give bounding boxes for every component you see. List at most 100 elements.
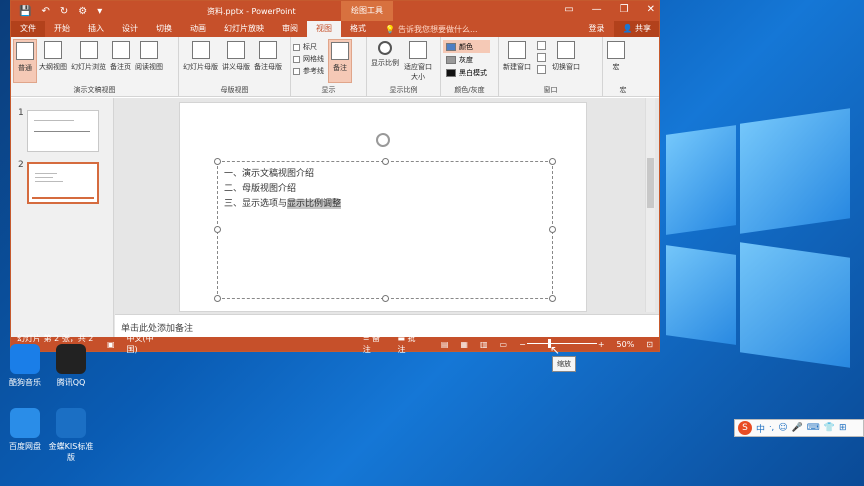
notes-master-button[interactable]: 备注母版	[252, 39, 284, 83]
tab-home[interactable]: 开始	[45, 21, 79, 37]
more-icon[interactable]: ▾	[97, 6, 102, 17]
handout-master-label: 讲义母版	[222, 63, 250, 71]
outline-view-icon	[44, 41, 62, 59]
tab-insert[interactable]: 插入	[79, 21, 113, 37]
desktop-icon-kugou[interactable]: 酷狗音乐	[0, 344, 50, 388]
notes-status-button[interactable]: ≜ 备注	[357, 333, 392, 355]
slide-thumbnail-1[interactable]	[27, 110, 99, 152]
zoom-in-icon[interactable]: +	[592, 340, 611, 349]
emoji-icon[interactable]: ☺	[778, 423, 787, 433]
cascade-icon[interactable]	[537, 53, 546, 62]
ime-toolbar: S 中 ᐧ, ☺ 🎤 ⌨ 👕 ⊞	[734, 419, 864, 437]
notes-toggle-button[interactable]: 备注	[328, 39, 352, 83]
current-slide[interactable]: 一、演示文稿视图介绍 二、母版视图介绍 三、显示选项与显示比例调整	[179, 102, 587, 312]
ruler-checkbox[interactable]: 标尺	[293, 41, 324, 53]
undo-icon[interactable]: ↶	[41, 6, 49, 17]
gridlines-checkbox[interactable]: 网格线	[293, 53, 324, 65]
tell-me-box[interactable]: 💡 告诉我您想要做什么...	[385, 21, 478, 37]
punctuation-icon[interactable]: ᐧ,	[769, 423, 774, 433]
fit-window-button[interactable]: 适应窗口大小	[401, 39, 435, 83]
resize-handle[interactable]	[214, 295, 221, 302]
share-button[interactable]: 👤 共享	[614, 21, 659, 37]
zoom-level[interactable]: 50%	[611, 340, 641, 349]
reading-view-status-icon[interactable]: ▥	[474, 340, 494, 349]
customize-icon[interactable]: ⚙	[78, 6, 87, 17]
desktop-icon-kingdee[interactable]: 金蝶KIS标准版	[46, 408, 96, 463]
fit-slide-icon[interactable]: ⊡	[640, 340, 659, 349]
resize-handle[interactable]	[214, 158, 221, 165]
group-label: 颜色/灰度	[454, 86, 485, 94]
slide-text-line: 二、母版视图介绍	[224, 184, 297, 194]
fit-window-icon	[409, 41, 427, 59]
resize-handle[interactable]	[549, 158, 556, 165]
workspace: 1 2 一、演示文稿视图介绍 二、母版视图介绍 三、显示选项与显示比例调整 单击…	[11, 98, 659, 338]
tab-review[interactable]: 审阅	[273, 21, 307, 37]
notes-page-button[interactable]: 备注页	[108, 39, 133, 83]
zoom-button[interactable]: 显示比例	[369, 39, 401, 83]
language[interactable]: 中文(中国)	[121, 333, 167, 355]
scroll-thumb[interactable]	[647, 158, 654, 208]
baidu-netdisk-icon	[10, 408, 40, 438]
slide-sorter-status-icon[interactable]: ▦	[454, 340, 474, 349]
slide-thumbnail-2[interactable]	[27, 162, 99, 204]
content-textbox[interactable]: 一、演示文稿视图介绍 二、母版视图介绍 三、显示选项与显示比例调整	[214, 158, 556, 302]
microphone-icon[interactable]: 🎤	[792, 423, 803, 433]
keyboard-icon[interactable]: ⌨	[807, 423, 820, 433]
guides-checkbox[interactable]: 参考线	[293, 65, 324, 77]
color-option[interactable]: 颜色	[443, 40, 490, 53]
arrange-all-icon[interactable]	[537, 41, 546, 50]
ribbon-display-icon[interactable]: ▭	[564, 4, 573, 15]
rotate-handle-icon[interactable]	[376, 133, 390, 147]
tab-animations[interactable]: 动画	[181, 21, 215, 37]
tab-design[interactable]: 设计	[113, 21, 147, 37]
desktop-icon-baidu-netdisk[interactable]: 百度网盘	[0, 408, 50, 452]
minimize-icon[interactable]: —	[592, 4, 602, 15]
slideshow-status-icon[interactable]: ▭	[494, 340, 514, 349]
tab-transitions[interactable]: 切换	[147, 21, 181, 37]
zoom-out-icon[interactable]: −	[513, 340, 532, 349]
handout-master-button[interactable]: 讲义母版	[220, 39, 252, 83]
group-color-grayscale: 颜色 灰度 黑白模式 颜色/灰度	[441, 37, 499, 97]
restore-icon[interactable]: ❐	[620, 4, 629, 15]
windows-logo	[660, 108, 864, 370]
vertical-scrollbar[interactable]	[645, 98, 655, 312]
outline-view-button[interactable]: 大纲视图	[37, 39, 69, 83]
tab-slideshow[interactable]: 幻灯片放映	[215, 21, 273, 37]
notes-icon	[331, 42, 349, 60]
login-button[interactable]: 登录	[578, 21, 614, 37]
slide-sorter-button[interactable]: 幻灯片浏览	[69, 39, 108, 83]
normal-view-status-icon[interactable]: ▤	[435, 340, 455, 349]
grid-icon[interactable]: ⊞	[839, 423, 847, 433]
tab-format[interactable]: 格式	[341, 21, 375, 37]
tab-file[interactable]: 文件	[11, 21, 45, 37]
spellcheck-icon[interactable]: ▣	[101, 340, 121, 349]
desktop-icon-label: 百度网盘	[9, 442, 41, 451]
user-icon[interactable]: 👕	[824, 423, 835, 433]
save-icon[interactable]: 💾	[19, 6, 31, 17]
reading-view-button[interactable]: 阅读视图	[133, 39, 165, 83]
resize-handle[interactable]	[382, 158, 389, 165]
macro-button[interactable]: 宏	[605, 39, 627, 83]
switch-window-button[interactable]: 切换窗口	[550, 39, 582, 83]
new-window-button[interactable]: 新建窗口	[501, 39, 533, 83]
resize-handle[interactable]	[382, 295, 389, 302]
drawing-tools-tab[interactable]: 绘图工具	[341, 1, 393, 21]
resize-handle[interactable]	[549, 295, 556, 302]
move-split-icon[interactable]	[537, 65, 546, 74]
redo-icon[interactable]: ↻	[60, 6, 68, 17]
desktop-icon-qq[interactable]: 腾讯QQ	[46, 344, 96, 388]
tab-view[interactable]: 视图	[307, 21, 341, 37]
slide-master-button[interactable]: 幻灯片母版	[181, 39, 220, 83]
resize-handle[interactable]	[549, 226, 556, 233]
comments-status-button[interactable]: ▬ 批注	[391, 333, 426, 355]
zoom-slider[interactable]	[527, 343, 597, 344]
ime-mode[interactable]: 中	[756, 422, 765, 435]
qq-icon	[56, 344, 86, 374]
resize-handle[interactable]	[214, 226, 221, 233]
normal-view-button[interactable]: 普通	[13, 39, 37, 83]
black-white-option[interactable]: 黑白模式	[443, 66, 490, 79]
account-area: 登录 👤 共享	[578, 21, 659, 37]
sogou-icon[interactable]: S	[738, 421, 752, 435]
grayscale-option[interactable]: 灰度	[443, 53, 490, 66]
close-icon[interactable]: ✕	[647, 4, 655, 15]
